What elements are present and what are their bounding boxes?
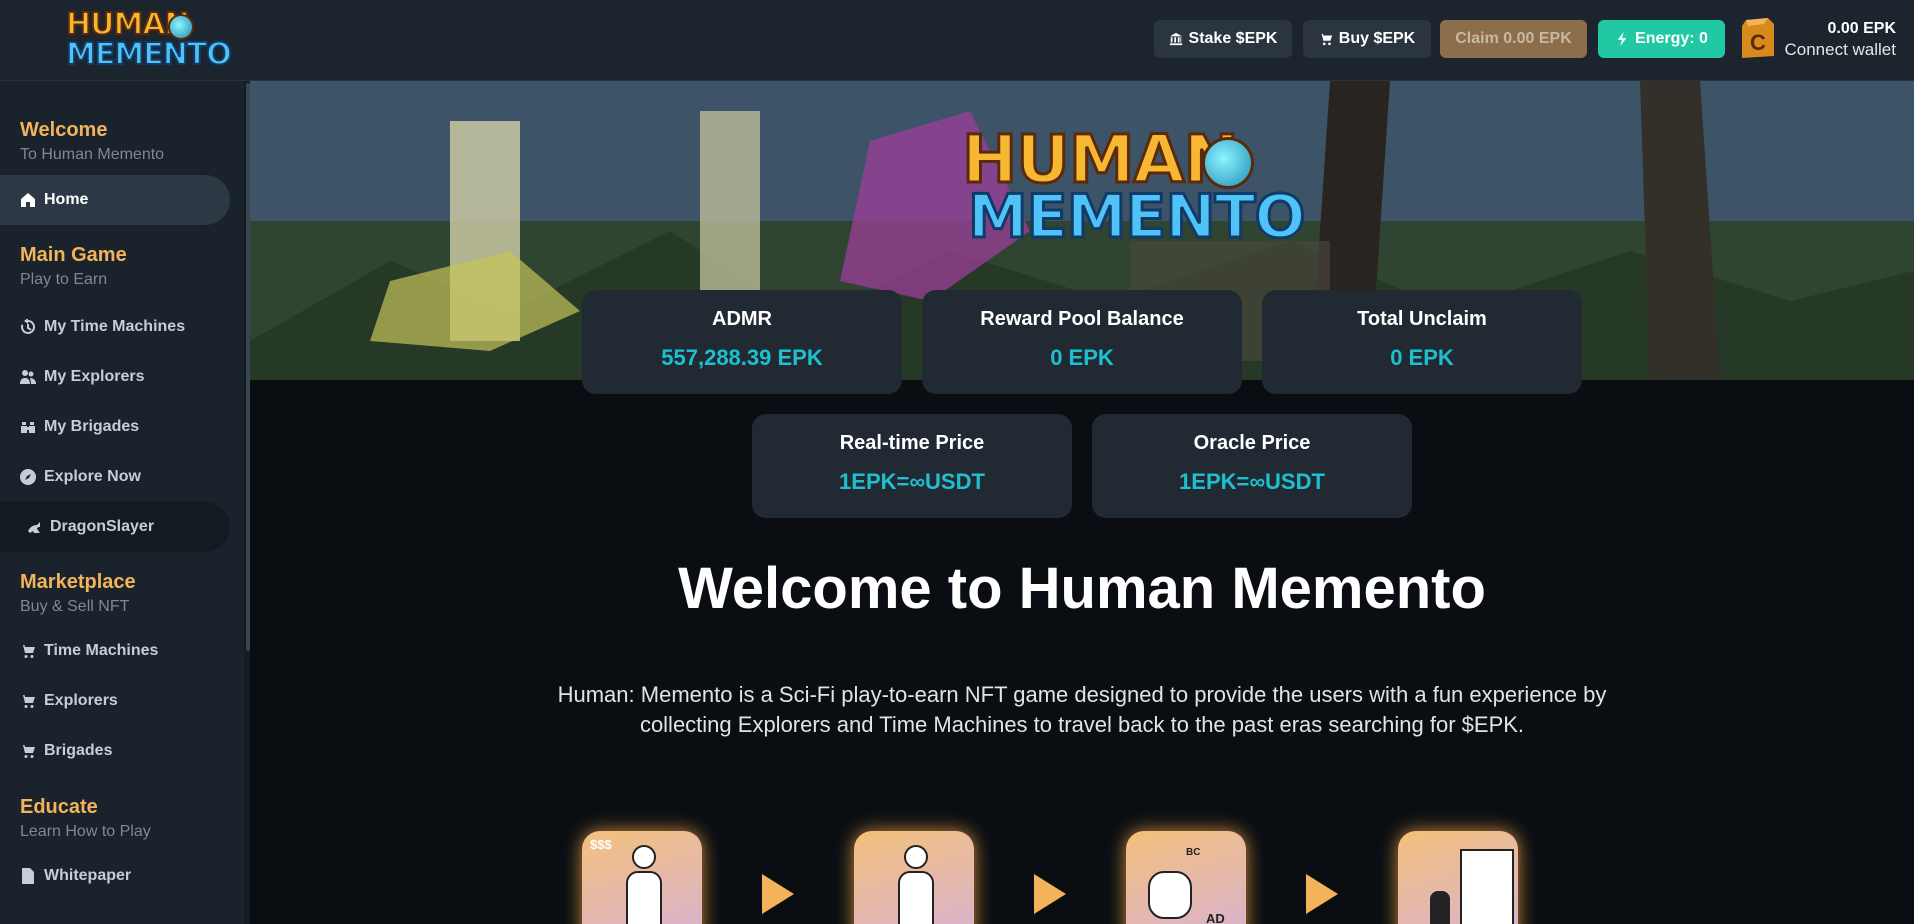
clock-icon	[632, 845, 656, 869]
energy-label: Energy: 0	[1635, 30, 1708, 47]
arrow-right-icon	[1034, 874, 1066, 914]
top-bar: HUMAN MEMENTO Stake $EPK Buy $EPK Claim …	[0, 0, 1914, 81]
epk-token-icon[interactable]: C	[1738, 16, 1778, 60]
step-1-label: $$$	[590, 837, 612, 852]
sidebar-item-my-brigades[interactable]: My Brigades	[0, 402, 230, 452]
stat-label: Reward Pool Balance	[980, 308, 1184, 330]
banner-logo-line-2: MEMENTO	[967, 182, 1308, 252]
cart-icon	[20, 695, 35, 708]
portal-icon	[1460, 849, 1514, 924]
compass-icon	[20, 469, 36, 485]
section-subtitle-main-game: Play to Earn	[20, 271, 108, 288]
stat-card-total-unclaim: Total Unclaim 0 EPK	[1262, 290, 1582, 394]
sidebar-item-label: Explorers	[44, 692, 118, 709]
connect-wallet-link[interactable]: Connect wallet	[1784, 40, 1896, 60]
energy-button[interactable]: Energy: 0	[1598, 20, 1725, 58]
sidebar-item-market-brigades[interactable]: Brigades	[0, 726, 230, 776]
history-icon	[21, 319, 35, 334]
section-title-educate: Educate	[20, 796, 98, 818]
sidebar-item-label: Whitepaper	[44, 867, 132, 884]
sidebar-item-label: DragonSlayer	[50, 518, 155, 535]
sidebar-item-dragonslayer[interactable]: DragonSlayer	[0, 502, 230, 552]
sidebar-item-label: Brigades	[44, 742, 113, 759]
stat-card-reward-pool: Reward Pool Balance 0 EPK	[922, 290, 1242, 394]
sidebar-item-label: My Brigades	[44, 418, 140, 435]
step-3-label-bc: BC	[1186, 847, 1201, 858]
home-icon	[21, 193, 35, 207]
step-1-image: $$$	[582, 831, 702, 924]
banner-logo: HUMAN MEMENTO	[961, 125, 1308, 257]
sidebar-item-label: Explore Now	[44, 468, 141, 485]
sidebar-item-market-time-machines[interactable]: Time Machines	[0, 626, 230, 676]
arrow-right-icon	[762, 874, 794, 914]
skull-icon	[1148, 871, 1192, 919]
sidebar-item-label: Home	[44, 191, 89, 208]
stat-label: Real-time Price	[839, 432, 985, 454]
clock-icon	[904, 845, 928, 869]
lightning-icon	[1617, 32, 1627, 46]
sidebar-item-my-explorers[interactable]: My Explorers	[0, 352, 230, 402]
section-title-welcome: Welcome	[20, 119, 108, 141]
cart-icon	[20, 645, 35, 658]
arrow-right-icon	[1306, 874, 1338, 914]
stat-card-admr: ADMR 557,288.39 EPK	[582, 290, 902, 394]
stake-label: Stake $EPK	[1188, 30, 1278, 47]
svg-text:C: C	[1750, 30, 1766, 55]
stat-value: 0 EPK	[1390, 345, 1454, 370]
section-subtitle-marketplace: Buy & Sell NFT	[20, 598, 130, 615]
sidebar-item-market-explorers[interactable]: Explorers	[0, 676, 230, 726]
stat-label: Total Unclaim	[1357, 308, 1487, 330]
stat-label: Oracle Price	[1193, 432, 1311, 454]
section-title-marketplace: Marketplace	[20, 571, 136, 593]
logo-line-2: MEMENTO	[65, 37, 233, 72]
claim-button[interactable]: Claim 0.00 EPK	[1440, 20, 1587, 58]
sidebar-item-label: My Time Machines	[44, 318, 186, 335]
stat-value: 1EPK=∞USDT	[1179, 469, 1325, 494]
section-title-main-game: Main Game	[20, 244, 127, 266]
explorer-icon	[1430, 891, 1450, 924]
page-title: Welcome to Human Memento	[678, 556, 1486, 621]
cart-icon	[1318, 33, 1332, 46]
sidebar-item-label: Time Machines	[44, 642, 159, 659]
stake-button[interactable]: Stake $EPK	[1154, 20, 1292, 58]
step-2-image	[854, 831, 974, 924]
document-icon	[22, 868, 34, 884]
claim-label: Claim 0.00 EPK	[1455, 30, 1572, 47]
sidebar: Welcome To Human Memento Home Main Game …	[0, 81, 250, 924]
buy-label: Buy $EPK	[1338, 30, 1416, 47]
step-3-label-ad: AD	[1206, 911, 1225, 924]
explorer-icon	[626, 871, 662, 924]
explorer-icon	[898, 871, 934, 924]
bank-icon	[1169, 32, 1182, 46]
sidebar-item-my-time-machines[interactable]: My Time Machines	[0, 302, 230, 352]
sidebar-item-explore-now[interactable]: Explore Now	[0, 452, 230, 502]
human-memento-logo[interactable]: HUMAN MEMENTO	[60, 6, 233, 74]
users-icon	[20, 370, 36, 384]
stat-value: 557,288.39 EPK	[661, 345, 823, 370]
sidebar-item-label: My Explorers	[44, 368, 145, 385]
page-description: Human: Memento is a Sci-Fi play-to-earn …	[557, 682, 1607, 737]
wallet-balance: 0.00 EPK	[1827, 20, 1896, 37]
sidebar-item-home[interactable]: Home	[0, 175, 230, 225]
section-subtitle-educate: Learn How to Play	[20, 823, 151, 840]
step-4-image	[1398, 831, 1518, 924]
main-content: HUMAN MEMENTO ADMR 557,288.39 EPK Reward…	[250, 81, 1914, 924]
stat-label: ADMR	[712, 308, 772, 330]
dragon-icon	[28, 522, 40, 533]
sidebar-item-whitepaper[interactable]: Whitepaper	[0, 851, 230, 901]
stat-value: 1EPK=∞USDT	[839, 469, 985, 494]
cart-icon	[20, 745, 35, 758]
step-3-image: BC AD	[1126, 831, 1246, 924]
stat-card-realtime-price: Real-time Price 1EPK=∞USDT	[752, 414, 1072, 518]
buy-button[interactable]: Buy $EPK	[1303, 20, 1431, 58]
stat-card-oracle-price: Oracle Price 1EPK=∞USDT	[1092, 414, 1412, 518]
binoculars-icon	[21, 422, 35, 433]
stat-value: 0 EPK	[1050, 345, 1114, 370]
section-subtitle-welcome: To Human Memento	[20, 146, 165, 163]
